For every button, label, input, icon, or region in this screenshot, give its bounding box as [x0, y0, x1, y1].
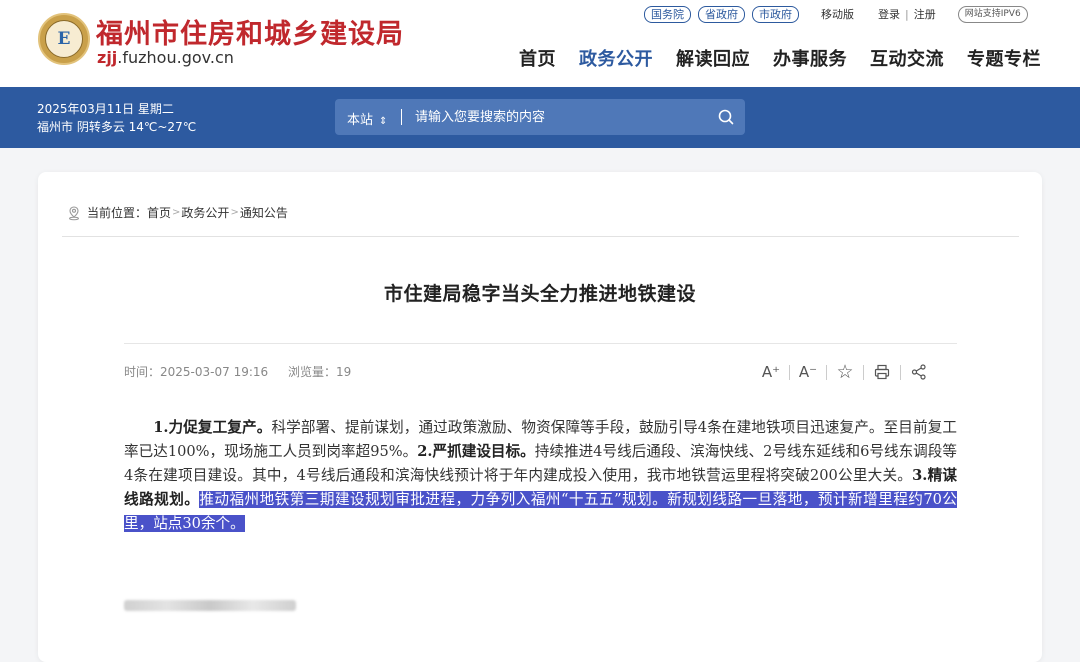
search-scope-select[interactable]: 本站 ⇕ [347, 109, 387, 128]
location-pin-icon [69, 205, 79, 220]
logo-emblem-icon: E [45, 20, 83, 58]
breadcrumb-separator: > [230, 207, 239, 218]
site-logo[interactable]: E [38, 13, 90, 65]
nav-interpretation[interactable]: 解读回应 [676, 45, 750, 71]
blurred-signature [124, 600, 296, 611]
link-separator: | [905, 7, 909, 21]
search-input[interactable] [415, 107, 705, 127]
search-scope-label: 本站 [347, 113, 374, 128]
site-domain: zjj.fuzhou.gov.cn [97, 48, 234, 67]
tool-separator [789, 364, 790, 380]
search-box: 本站 ⇕ [335, 99, 745, 135]
breadcrumb-label: 当前位置： [87, 206, 148, 220]
breadcrumb-government-affairs[interactable]: 政务公开 [181, 204, 229, 221]
link-city-gov[interactable]: 市政府 [752, 5, 799, 23]
link-provincial-gov[interactable]: 省政府 [698, 5, 745, 23]
site-title[interactable]: 福州市住房和城乡建设局 [96, 12, 404, 51]
register-link[interactable]: 注册 [914, 6, 936, 22]
domain-accent: zjj [97, 48, 118, 67]
link-state-council[interactable]: 国务院 [644, 5, 691, 23]
tool-separator [900, 364, 901, 380]
breadcrumb-notices[interactable]: 通知公告 [240, 204, 288, 221]
share-icon[interactable] [908, 361, 930, 383]
article-tools: A⁺ A⁻ ☆ [760, 361, 930, 383]
nav-special-topics[interactable]: 专题专栏 [967, 45, 1041, 71]
mobile-version-link[interactable]: 移动版 [821, 6, 854, 22]
login-link[interactable]: 登录 [878, 6, 900, 22]
nav-interaction[interactable]: 互动交流 [870, 45, 944, 71]
main-nav: 首页 政务公开 解读回应 办事服务 互动交流 专题专栏 [519, 45, 1041, 71]
highlighted-selection: 推动福州地铁第三期建设规划审批进程，力争列入福州“十五五”规划。新规划线路一旦落… [124, 491, 957, 532]
top-links: 国务院 省政府 市政府 移动版 登录 | 注册 网站支持IPV6 [644, 5, 1028, 23]
print-icon[interactable] [871, 361, 893, 383]
font-increase-icon[interactable]: A⁺ [760, 361, 782, 383]
breadcrumb-separator: > [172, 207, 181, 218]
breadcrumb: 当前位置： 首页 > 政务公开 > 通知公告 [66, 204, 288, 221]
current-date: 2025年03月11日 星期二 [37, 102, 174, 116]
tool-separator [826, 364, 827, 380]
title-divider [124, 343, 957, 344]
point-2-heading: 2.严抓建设目标。 [417, 443, 535, 460]
nav-government-affairs[interactable]: 政务公开 [579, 45, 653, 71]
search-divider [401, 109, 402, 125]
nav-services[interactable]: 办事服务 [773, 45, 847, 71]
view-count: 19 [336, 365, 352, 379]
search-icon[interactable] [716, 107, 736, 127]
tool-separator [863, 364, 864, 380]
domain-rest: .fuzhou.gov.cn [117, 48, 234, 67]
article-title: 市住建局稳字当头全力推进地铁建设 [383, 283, 696, 305]
publish-time: 2025-03-07 19:16 [160, 365, 269, 379]
nav-home[interactable]: 首页 [519, 45, 556, 71]
breadcrumb-divider [62, 236, 1019, 237]
breadcrumb-home[interactable]: 首页 [147, 204, 171, 221]
views-label: 浏览量： [287, 365, 336, 379]
favorite-star-icon[interactable]: ☆ [834, 361, 856, 383]
ipv6-badge: 网站支持IPV6 [957, 5, 1028, 23]
article-body: 1.力促复工复产。科学部署、提前谋划，通过政策激励、物资保障等手段，鼓励引导4条… [124, 416, 957, 536]
font-decrease-icon[interactable]: A⁻ [797, 361, 819, 383]
time-label: 时间： [124, 365, 161, 379]
article-meta: 时间：2025-03-07 19:16 浏览量：19 [124, 363, 351, 380]
sort-arrows-icon: ⇕ [379, 116, 388, 127]
weather-info: 福州市 阴转多云 14℃~27℃ [37, 120, 197, 134]
point-1-heading: 1.力促复工复产。 [153, 419, 272, 436]
